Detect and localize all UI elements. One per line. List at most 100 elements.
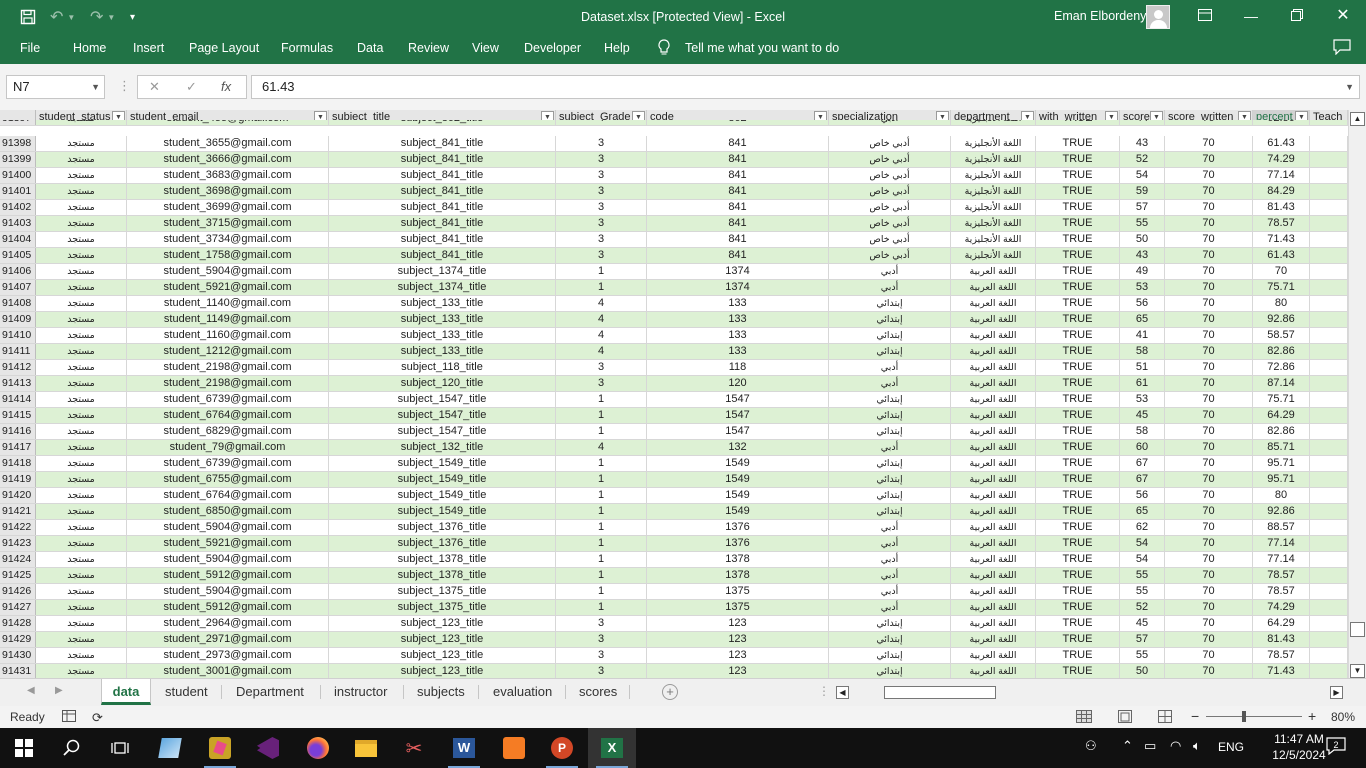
cell[interactable]: student_1140@gmail.com [127, 296, 329, 311]
cell[interactable]: TRUE [1036, 440, 1120, 455]
cell[interactable]: 84.29 [1253, 184, 1310, 199]
cell[interactable]: إبتدائي [829, 296, 951, 311]
cell[interactable]: subject_133_title [329, 296, 556, 311]
cell[interactable]: 3 [556, 136, 647, 151]
cell[interactable]: subject_132_title [329, 440, 556, 455]
cell[interactable]: 70 [1165, 392, 1253, 407]
cell[interactable]: student_6764@gmail.com [127, 408, 329, 423]
tab-home[interactable]: Home [73, 41, 106, 55]
cell[interactable]: TRUE [1036, 600, 1120, 615]
cell[interactable]: 1374 [647, 280, 829, 295]
cell[interactable]: TRUE [1036, 632, 1120, 647]
cell[interactable]: student_2971@gmail.com [127, 632, 329, 647]
excel-taskbar-icon[interactable]: X [588, 728, 636, 768]
cell[interactable]: 70 [1165, 664, 1253, 678]
tab-view[interactable]: View [472, 41, 499, 55]
cell[interactable]: إبتدائي [829, 648, 951, 663]
cell[interactable]: اللغة العربية [951, 584, 1036, 599]
cell[interactable]: 55 [1120, 584, 1165, 599]
cell[interactable]: TRUE [1036, 584, 1120, 599]
cell[interactable]: 43 [1120, 136, 1165, 151]
cell[interactable]: اللغة الأنجليزية [951, 248, 1036, 263]
cell[interactable]: 1 [556, 456, 647, 471]
cell[interactable]: student_6829@gmail.com [127, 424, 329, 439]
cell[interactable]: 80 [1253, 488, 1310, 503]
row-number[interactable]: 91428 [0, 616, 36, 631]
cell[interactable]: 70 [1165, 488, 1253, 503]
cell[interactable]: 54 [1120, 168, 1165, 183]
cell[interactable]: أدبي [829, 376, 951, 391]
scroll-up-icon[interactable]: ▲ [1350, 112, 1365, 126]
cell[interactable]: TRUE [1036, 648, 1120, 663]
row-number[interactable]: 91412 [0, 360, 36, 375]
row-number[interactable]: 91426 [0, 584, 36, 599]
cell[interactable]: مستجد [36, 664, 127, 678]
cell[interactable] [1310, 360, 1348, 375]
cell[interactable]: إبتدائي [829, 472, 951, 487]
cell[interactable]: اللغة الأنجليزية [951, 216, 1036, 231]
cell[interactable]: اللغة العربية [951, 376, 1036, 391]
next-sheet-icon[interactable]: ▶ [55, 685, 63, 696]
cell[interactable]: اللغة العربية [951, 296, 1036, 311]
cell[interactable]: subject_1374_title [329, 280, 556, 295]
tab-formulas[interactable]: Formulas [281, 41, 333, 55]
cell[interactable]: اللغة العربية [951, 392, 1036, 407]
cell[interactable]: 70 [1165, 648, 1253, 663]
cell[interactable]: 74.29 [1253, 600, 1310, 615]
row-number[interactable]: 91407 [0, 280, 36, 295]
cell[interactable]: إبتدائي [829, 504, 951, 519]
cell[interactable]: subject_133_title [329, 344, 556, 359]
cell[interactable]: 1375 [647, 584, 829, 599]
cell[interactable]: student_3734@gmail.com [127, 232, 329, 247]
cell[interactable]: 58 [1120, 344, 1165, 359]
cell[interactable]: 1378 [647, 552, 829, 567]
row-number[interactable]: 91431 [0, 664, 36, 678]
cell[interactable]: 78.57 [1253, 584, 1310, 599]
cell[interactable] [1310, 136, 1348, 151]
cell[interactable]: TRUE [1036, 520, 1120, 535]
cancel-icon[interactable]: ✕ [149, 79, 160, 95]
cell[interactable]: 1 [556, 552, 647, 567]
cell[interactable]: أدبي [829, 360, 951, 375]
cell[interactable]: مستجد [36, 392, 127, 407]
cell[interactable]: أدبي [829, 264, 951, 279]
cell[interactable]: TRUE [1036, 392, 1120, 407]
row-number[interactable]: 91400 [0, 168, 36, 183]
cell[interactable]: 61.43 [1253, 248, 1310, 263]
cell[interactable] [1310, 632, 1348, 647]
cell[interactable]: 4 [556, 312, 647, 327]
cell[interactable]: مستجد [36, 216, 127, 231]
cell[interactable]: أدبي خاص [829, 216, 951, 231]
cell[interactable]: 3 [556, 152, 647, 167]
cell[interactable]: 123 [647, 616, 829, 631]
notifications-icon[interactable]: 2 [1326, 737, 1346, 758]
cell[interactable] [1310, 232, 1348, 247]
cell[interactable]: مستجد [36, 200, 127, 215]
scroll-right-icon[interactable]: ▶ [1330, 686, 1343, 699]
cell[interactable]: 78.57 [1253, 648, 1310, 663]
cell[interactable]: اللغة العربية [951, 344, 1036, 359]
cell[interactable]: 1 [556, 600, 647, 615]
enter-icon[interactable]: ✓ [186, 79, 197, 95]
row-number[interactable]: 91418 [0, 456, 36, 471]
cell[interactable] [1310, 552, 1348, 567]
cell[interactable]: 120 [647, 376, 829, 391]
cell[interactable]: student_2964@gmail.com [127, 616, 329, 631]
row-number[interactable]: 91425 [0, 568, 36, 583]
cell[interactable] [1310, 168, 1348, 183]
cell[interactable]: اللغة العربية [951, 568, 1036, 583]
cell[interactable]: 43 [1120, 248, 1165, 263]
cell[interactable]: subject_1549_title [329, 456, 556, 471]
cell[interactable]: 1376 [647, 536, 829, 551]
cell[interactable]: subject_841_title [329, 232, 556, 247]
vertical-scrollbar[interactable]: ▲ ▼ [1348, 110, 1366, 678]
zoom-slider-thumb[interactable] [1242, 711, 1246, 722]
cell[interactable]: اللغة العربية [951, 456, 1036, 471]
cell[interactable] [1310, 216, 1348, 231]
cell[interactable]: subject_1547_title [329, 392, 556, 407]
zoom-slider[interactable] [1206, 716, 1302, 717]
cell[interactable]: أدبي [829, 536, 951, 551]
snipping-tool-icon[interactable]: ✂ [390, 728, 438, 768]
cell[interactable]: TRUE [1036, 184, 1120, 199]
cell[interactable]: student_3001@gmail.com [127, 664, 329, 678]
